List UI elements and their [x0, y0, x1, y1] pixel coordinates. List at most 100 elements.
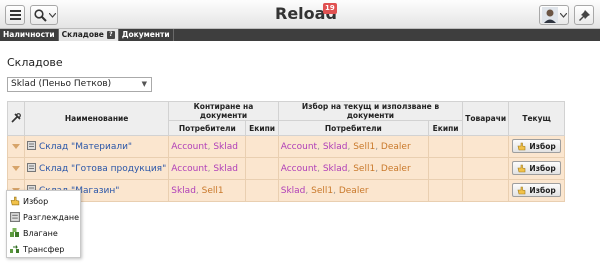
search-button[interactable]	[30, 5, 58, 25]
current-cell: Избор	[508, 135, 565, 158]
user-link[interactable]: Sklad	[323, 142, 348, 152]
tab-documents[interactable]: Документи	[119, 29, 174, 41]
contract-teams-cell	[245, 157, 279, 180]
select-button[interactable]: Избор	[512, 183, 561, 198]
choice-teams-cell	[427, 179, 464, 202]
col-current-header: Текущ	[508, 101, 565, 136]
search-icon	[34, 8, 47, 22]
tab-warehouses[interactable]: Складове ?	[58, 29, 119, 41]
hamburger-icon	[9, 10, 21, 20]
contract-users-cell: Sklad, Sell1	[168, 179, 247, 202]
table-row: Склад "Материали" Account, Sklad Account…	[7, 135, 565, 158]
tools-icon	[11, 112, 21, 123]
col-users-header: Потребители	[168, 120, 247, 136]
user-link[interactable]: Sell1	[353, 164, 375, 174]
pin-icon	[578, 9, 590, 21]
store-select-value: Sklad (Пеньо Петков)	[11, 79, 112, 89]
store-select[interactable]: Sklad (Пеньо Петков) ▼	[7, 77, 152, 92]
choice-teams-cell	[427, 157, 464, 180]
document-icon	[10, 212, 20, 222]
select-button-label: Избор	[529, 185, 556, 195]
user-link[interactable]: Account	[171, 164, 207, 174]
document-icon	[26, 141, 36, 150]
transfer-icon	[10, 245, 19, 253]
goods-cell	[462, 135, 510, 158]
select-button-label: Избор	[529, 141, 556, 151]
current-cell: Избор	[508, 157, 565, 180]
hand-pointer-icon	[10, 196, 20, 206]
col-name-header: Наименование	[23, 101, 170, 136]
settings-header[interactable]	[7, 101, 25, 136]
pin-button[interactable]	[574, 5, 594, 25]
choice-users-cell: Account, Sklad, Sell1, Dealer	[277, 157, 429, 180]
user-link[interactable]: Dealer	[381, 142, 411, 152]
row-menu-toggle[interactable]	[7, 157, 25, 180]
col-teams2-header: Екипи	[427, 120, 464, 136]
user-link[interactable]: Sell1	[311, 186, 333, 196]
user-link[interactable]: Sklad	[323, 164, 348, 174]
row-menu-toggle[interactable]	[7, 135, 25, 158]
user-link[interactable]: Sklad	[281, 186, 306, 196]
select-button[interactable]: Избор	[512, 139, 561, 154]
notification-badge[interactable]: 19	[323, 3, 337, 14]
menu-item-deposit[interactable]: Влагане	[7, 225, 80, 241]
menu-item-transfer[interactable]: Трансфер	[7, 241, 80, 257]
hand-pointer-icon	[517, 164, 526, 173]
menu-item-label: Разглеждане	[23, 212, 80, 222]
current-cell: Избор	[508, 179, 565, 202]
select-button-label: Избор	[529, 163, 556, 173]
user-link[interactable]: Sklad	[213, 164, 238, 174]
choice-teams-cell	[427, 135, 464, 158]
user-link[interactable]: Sklad	[213, 142, 238, 152]
store-name-cell: Склад "Материали"	[23, 135, 170, 158]
user-link[interactable]: Sell1	[202, 186, 224, 196]
row-context-menu: Избор Разглеждане Влагане Трансфер	[6, 190, 81, 258]
tab-warehouses-label: Складове	[61, 30, 104, 39]
menu-item-select[interactable]: Избор	[7, 193, 80, 209]
goods-cell	[462, 179, 510, 202]
user-link[interactable]: Account	[171, 142, 207, 152]
menu-item-view[interactable]: Разглеждане	[7, 209, 80, 225]
menu-item-label: Трансфер	[23, 244, 65, 254]
store-name-cell: Склад "Готова продукция"	[23, 157, 170, 180]
col-goods-header: Товарачи	[462, 101, 510, 136]
select-button[interactable]: Избор	[512, 161, 561, 176]
table-row: Склад "Готова продукция" Account, Sklad …	[7, 157, 565, 180]
store-name-link[interactable]: Склад "Материали"	[39, 142, 132, 152]
user-link[interactable]: Account	[281, 164, 317, 174]
col-users2-header: Потребители	[277, 120, 429, 136]
contract-teams-cell	[245, 135, 279, 158]
menu-button[interactable]	[5, 5, 25, 25]
goods-cell	[462, 157, 510, 180]
col-contracts-header: Контиране на документи	[168, 101, 279, 121]
table-row: Склад "Магазин" Sklad, Sell1 Sklad, Sell…	[7, 179, 565, 202]
tab-cash[interactable]: Наличности	[0, 29, 59, 41]
help-icon[interactable]: ?	[106, 31, 115, 39]
store-name-link[interactable]: Склад "Готова продукция"	[39, 164, 166, 174]
user-link[interactable]: Sell1	[353, 142, 375, 152]
top-bar: Reload 19	[0, 0, 600, 29]
chevron-down-icon	[49, 12, 56, 18]
user-link[interactable]: Account	[281, 142, 317, 152]
chevron-down-icon: ▼	[141, 80, 147, 88]
avatar	[542, 7, 558, 23]
contract-users-cell: Account, Sklad	[168, 157, 247, 180]
tab-strip: Наличности Складове ? Документи	[0, 29, 600, 41]
warehouses-table: Наименование Контиране на документи Избо…	[7, 101, 565, 202]
contract-users-cell: Account, Sklad	[168, 135, 247, 158]
menu-item-label: Влагане	[23, 228, 58, 238]
boxes-icon	[10, 228, 19, 237]
triangle-down-icon	[12, 165, 20, 171]
triangle-down-icon	[12, 143, 20, 149]
document-icon	[26, 163, 36, 172]
user-link[interactable]: Dealer	[381, 164, 411, 174]
user-link[interactable]: Sklad	[171, 186, 196, 196]
user-link[interactable]: Dealer	[339, 186, 369, 196]
user-menu-button[interactable]	[539, 5, 569, 25]
col-choice-header: Избор на текущ и използване в документи	[277, 101, 464, 121]
choice-users-cell: Sklad, Sell1, Dealer	[277, 179, 429, 202]
hand-pointer-icon	[517, 186, 526, 195]
chevron-down-icon	[560, 12, 567, 18]
menu-item-label: Избор	[23, 196, 49, 206]
choice-users-cell: Account, Sklad, Sell1, Dealer	[277, 135, 429, 158]
